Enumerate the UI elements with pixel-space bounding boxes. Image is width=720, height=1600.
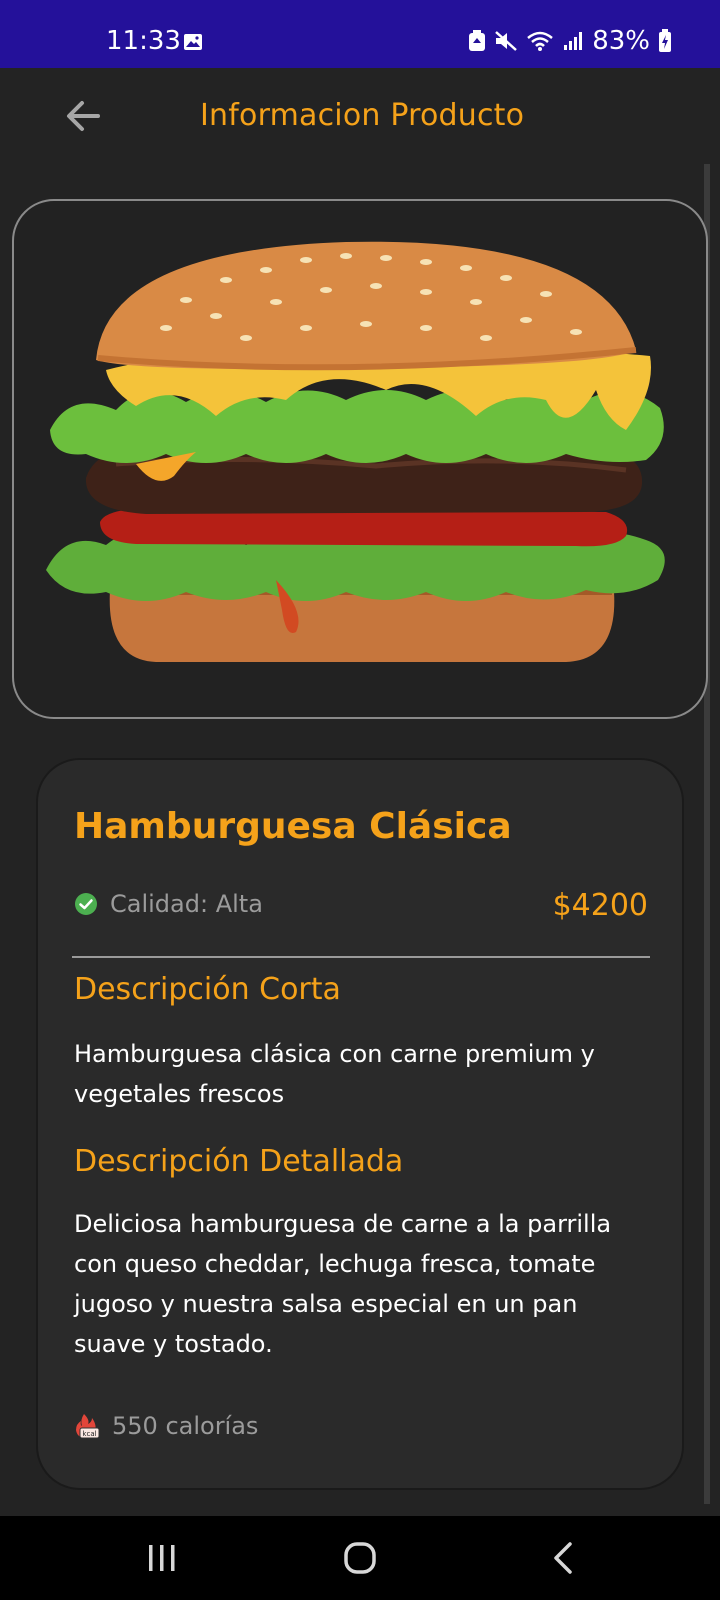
battery-icon — [659, 29, 671, 52]
calories-icon-label: kcal — [82, 1430, 96, 1438]
short-description: Hamburguesa clásica con carne premium y … — [74, 1040, 595, 1108]
screen-title: Informacion Producto — [200, 98, 525, 133]
wifi-icon — [527, 31, 554, 51]
navigation-bar — [0, 1516, 720, 1600]
signal-icon — [564, 32, 583, 50]
app-bar: Informacion Producto — [0, 68, 720, 164]
battery-saver-icon — [469, 30, 486, 51]
calories-row: kcal 550 calorías — [72, 1412, 258, 1440]
short-description-title: Descripción Corta — [74, 972, 341, 1007]
divider — [72, 956, 650, 958]
mute-icon — [495, 31, 518, 51]
quality-row: Calidad: Alta — [74, 890, 263, 918]
status-bar: 11:33 83% — [0, 0, 720, 68]
image-icon — [184, 34, 202, 50]
detailed-description-title: Descripción Detallada — [74, 1144, 404, 1179]
product-image — [46, 241, 665, 662]
recent-apps-icon[interactable] — [142, 1538, 182, 1578]
arrow-left-icon[interactable] — [64, 98, 104, 134]
product-name: Hamburguesa Clásica — [74, 806, 512, 847]
calories-text: 550 calorías — [112, 1412, 259, 1440]
status-time: 11:33 — [106, 26, 181, 56]
home-icon[interactable] — [340, 1538, 380, 1578]
product-info-card: Hamburguesa Clásica Calidad: Alta $4200 … — [36, 758, 684, 1490]
quality-text: Calidad: Alta — [110, 890, 263, 918]
price: $4200 — [552, 888, 648, 923]
detailed-description: Deliciosa hamburguesa de carne a la parr… — [74, 1210, 612, 1358]
status-icons: 83% — [468, 26, 672, 56]
check-circle-icon — [75, 893, 97, 915]
battery-percent: 83% — [592, 26, 650, 56]
calories-fire-icon: kcal — [76, 1414, 100, 1439]
back-icon[interactable] — [544, 1538, 584, 1578]
